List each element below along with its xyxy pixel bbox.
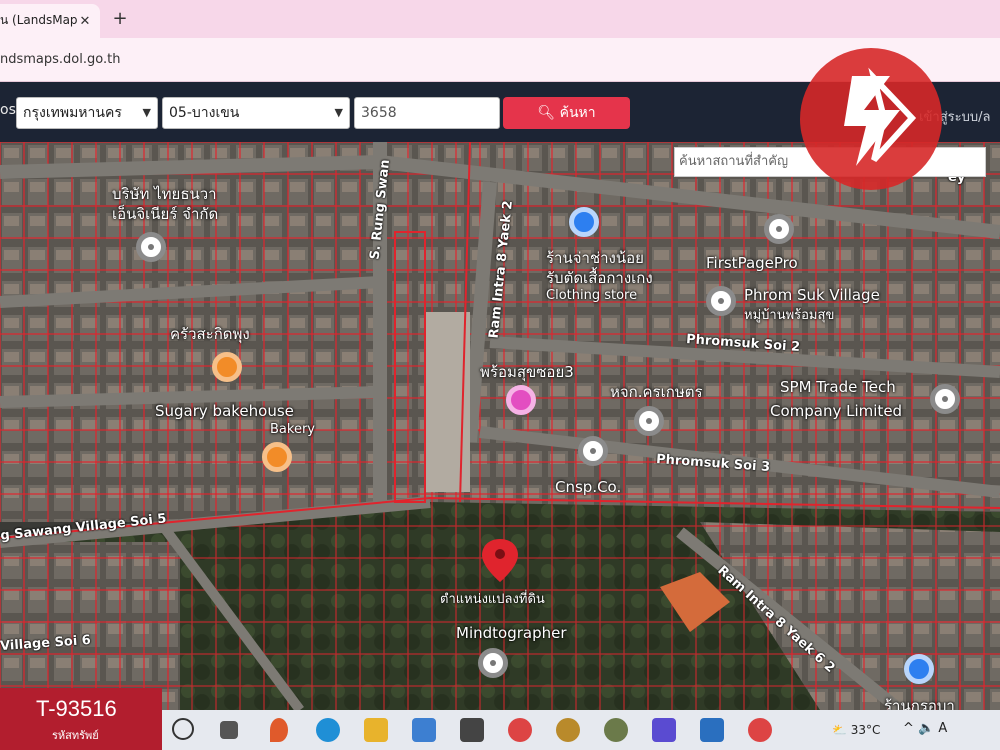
poi-marker-icon[interactable] (569, 207, 599, 237)
place-label: เอ็นจิเนียร์ จำกัด (112, 205, 219, 223)
temperature-text: 33°C (850, 723, 881, 737)
weather-icon: ⛅ (832, 723, 851, 737)
poi-marker-icon[interactable] (578, 436, 608, 466)
maps-app-icon[interactable] (270, 718, 288, 742)
shop-marker-icon[interactable] (506, 385, 536, 415)
map-view[interactable]: บริษัท ไทยธนวา เอ็นจิเนียร์ จำกัด ร้านจ่… (0, 142, 1000, 710)
poi-marker-icon[interactable] (930, 384, 960, 414)
place-search-placeholder: ค้นหาสถานที่สำคัญ (679, 154, 789, 169)
tab-title: น (LandsMap (0, 13, 78, 27)
mail-icon[interactable] (460, 718, 484, 742)
close-tab-icon[interactable]: ✕ (76, 13, 94, 31)
property-code: T-93516 (36, 696, 117, 721)
search-button-label: ค้นหา (559, 105, 596, 121)
poi-marker-icon[interactable] (764, 214, 794, 244)
poi-marker-icon[interactable] (634, 406, 664, 436)
copilot-icon[interactable] (652, 718, 676, 742)
photo-app-icon[interactable] (604, 718, 628, 742)
chevron-down-icon: ▼ (334, 106, 343, 119)
place-label: Phrom Suk Village (744, 286, 880, 304)
toolbar-edge-label: os (0, 102, 16, 118)
emblem-app-icon[interactable] (556, 718, 580, 742)
search-button[interactable]: 🔍︎ ค้นหา (503, 97, 630, 129)
new-tab-button[interactable]: + (110, 9, 130, 29)
district-select[interactable]: 05-บางเขน ▼ (162, 97, 350, 129)
system-tray[interactable]: ^ 🔈 A (903, 721, 947, 736)
camera-app-icon[interactable] (700, 718, 724, 742)
parcel-number-value: 3658 (361, 105, 397, 121)
weather-widget[interactable]: ⛅ 33°C (832, 723, 880, 737)
poi-marker-icon[interactable] (904, 654, 934, 684)
property-code-label: รหัสทรัพย์ (52, 729, 99, 742)
store-icon[interactable] (412, 718, 436, 742)
browser-tab-bar: น (LandsMap ✕ + (0, 0, 1000, 38)
place-label: ร้านกรอบา (884, 697, 955, 710)
place-label: Company Limited (770, 402, 903, 420)
brand-logo (800, 48, 942, 190)
poi-marker-icon[interactable] (478, 648, 508, 678)
district-value: 05-บางเขน (169, 105, 240, 121)
logo-icon (844, 67, 917, 166)
place-label: หมู่บ้านพร้อมสุข (744, 308, 835, 323)
chrome-icon[interactable] (508, 718, 532, 742)
search-icon: 🔍︎ (537, 105, 556, 121)
place-label: รับตัดเสื้อกางเกง (546, 269, 653, 287)
parcel-location-label: ตำแหน่งแปลงที่ดิน (440, 592, 545, 607)
place-label: Bakery (270, 422, 315, 437)
poi-marker-icon[interactable] (706, 286, 736, 316)
parcel-number-input[interactable]: 3658 (354, 97, 500, 129)
poi-marker-icon[interactable] (136, 232, 166, 262)
place-label: หจก.ครเกษตร (610, 383, 703, 401)
place-label: Sugary bakehouse (155, 402, 294, 420)
restaurant-marker-icon[interactable] (212, 352, 242, 382)
search-circle-icon[interactable] (172, 718, 194, 740)
place-label: Clothing store (546, 288, 638, 303)
task-view-icon[interactable] (220, 721, 238, 739)
chrome-profile-icon[interactable] (748, 718, 772, 742)
province-select[interactable]: กรุงเทพมหานคร ▼ (16, 97, 158, 129)
place-label: Cnsp.Co. (555, 478, 622, 496)
province-value: กรุงเทพมหานคร (23, 105, 122, 121)
file-explorer-icon[interactable] (364, 718, 388, 742)
place-label: พร้อมสุขซอย3 (480, 363, 574, 381)
place-label: SPM Trade Tech (780, 378, 896, 396)
chevron-down-icon: ▼ (142, 106, 151, 119)
bakery-marker-icon[interactable] (262, 442, 292, 472)
edge-browser-icon[interactable] (316, 718, 340, 742)
browser-tab[interactable]: น (LandsMap ✕ (0, 4, 100, 38)
url-text[interactable]: ndsmaps.dol.go.th (0, 52, 120, 67)
place-label: FirstPagePro (706, 254, 798, 272)
place-label: Mindtographer (456, 624, 567, 642)
place-label: ครัวสะกิดพุง (170, 325, 250, 343)
property-code-badge: T-93516 รหัสทรัพย์ (0, 688, 162, 750)
